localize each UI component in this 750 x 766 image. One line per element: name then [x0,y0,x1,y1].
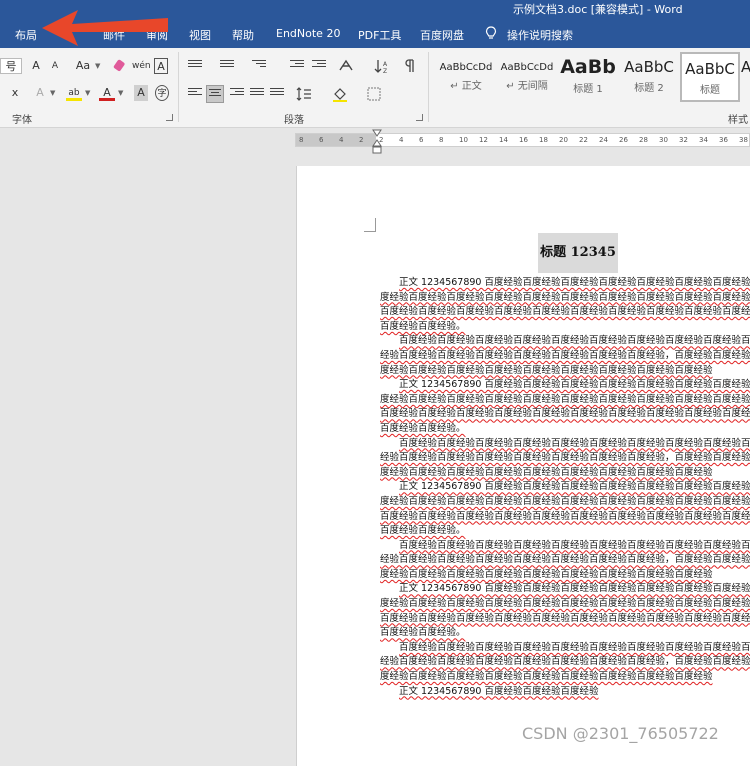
style-heading-1[interactable]: AaBb 标题 1 [558,52,618,102]
borders-icon[interactable] [366,86,382,102]
align-center-icon[interactable] [206,85,224,103]
ruler-tick-label: 30 [659,136,668,144]
ruler-tick-label: 2 [359,136,364,144]
tab-endnote[interactable]: EndNote 20 [276,27,340,40]
chevron-down-icon: ▼ [50,89,56,97]
ruler-tick-label: 28 [639,136,648,144]
group-divider [178,52,179,122]
window-title: 示例文档3.doc [兼容模式] - Word [513,3,683,16]
style-normal[interactable]: AaBbCcDd ↵ 正文 [436,52,496,102]
ruler-tick-label: 36 [719,136,728,144]
character-border-button[interactable]: A [154,58,168,74]
lightbulb-icon [485,26,497,39]
show-formatting-marks-icon[interactable] [403,58,417,74]
paragraph-group-label: 段落 [284,115,304,126]
ruler-tick-label: 6 [419,136,424,144]
tab-help[interactable]: 帮助 [232,27,254,43]
font-group-label: 字体 [12,115,32,126]
ribbon-home: 号 A A Aa ▼ wén A x A ▼ ab ▼ A ▼ A 字 字体 A… [0,48,750,128]
grow-font-button[interactable]: A [28,58,44,74]
paragraph[interactable]: 正文 1234567890 百度经验百度经验百度经验百度经验百度经验百度经验百度… [380,378,750,436]
text-effects-button[interactable]: A [33,85,47,101]
style-more[interactable]: A [741,52,750,102]
increase-indent-icon[interactable] [312,60,326,72]
line-spacing-icon[interactable] [296,86,312,102]
ruler-tick-label: 38 [739,136,748,144]
shrink-font-button[interactable]: A [48,58,62,74]
ruler-tick-label: 26 [619,136,628,144]
margin-corner-mark [364,218,376,232]
document-body[interactable]: 正文 1234567890 百度经验百度经验百度经验百度经验百度经验百度经验百度… [380,276,750,699]
ruler-tick-label: 14 [499,136,508,144]
paragraph-dialog-launcher-icon[interactable] [416,114,423,121]
justify-icon[interactable] [250,88,264,100]
styles-group-label: 样式 [728,115,748,126]
numbering-icon[interactable] [220,60,234,72]
ruler-tick-label: 16 [519,136,528,144]
paragraph[interactable]: 百度经验百度经验百度经验百度经验百度经验百度经验百度经验百度经验百度经验百度经验… [380,334,750,378]
ruler-tick-label: 4 [399,136,404,144]
paragraph[interactable]: 正文 1234567890 百度经验百度经验百度经验百度经验百度经验百度经验百度… [380,582,750,640]
ruler-tick-label: 8 [439,136,444,144]
svg-text:A: A [383,61,388,68]
ruler-tick-label: 6 [319,136,324,144]
tab-layout[interactable]: 布局 [15,27,37,43]
chevron-down-icon: ▼ [95,62,101,70]
ruler-margin-area [296,134,376,146]
svg-text:Z: Z [383,68,387,74]
document-heading[interactable]: 标题 12345 [538,233,618,273]
ruler-tick-label: 18 [539,136,548,144]
paragraph[interactable]: 正文 1234567890 百度经验百度经验百度经验百度经验百度经验百度经验百度… [380,276,750,334]
ruler-tick-label: 22 [579,136,588,144]
paragraph[interactable]: 正文 1234567890 百度经验百度经验百度经验百度经验百度经验百度经验百度… [380,480,750,538]
font-size-dropdown[interactable]: 号 [0,58,22,74]
tab-baidu-netdisk[interactable]: 百度网盘 [420,27,464,43]
ruler-tick-label: 10 [459,136,468,144]
paragraph[interactable]: 百度经验百度经验百度经验百度经验百度经验百度经验百度经验百度经验百度经验百度经验… [380,539,750,583]
style-heading-2[interactable]: AaBbC 标题 2 [619,52,679,102]
enclose-characters-button[interactable]: 字 [155,85,169,101]
csdn-watermark: CSDN @2301_76505722 [522,724,719,743]
align-left-icon[interactable] [188,88,202,100]
asian-layout-icon[interactable] [338,58,354,74]
paragraph[interactable]: 百度经验百度经验百度经验百度经验百度经验百度经验百度经验百度经验百度经验百度经验… [380,641,750,685]
shading-icon[interactable] [332,86,348,102]
change-case-button[interactable]: Aa [72,58,94,74]
multilevel-list-icon[interactable] [252,60,266,72]
bullets-icon[interactable] [188,60,202,72]
ruler-tick-label: 24 [599,136,608,144]
ruler-tick-label: 4 [339,136,344,144]
annotation-arrow-icon [42,10,168,46]
ruler-tick-label: 34 [699,136,708,144]
phonetic-guide-button[interactable]: wén [132,58,151,74]
distributed-icon[interactable] [270,88,284,100]
font-dialog-launcher-icon[interactable] [166,114,173,121]
indent-marker-icon[interactable] [372,128,382,156]
chevron-down-icon: ▼ [118,89,124,97]
tell-me-search[interactable]: 操作说明搜索 [507,27,573,43]
font-color-button[interactable]: A [99,85,115,101]
tab-view[interactable]: 视图 [189,27,211,43]
document-page[interactable]: 标题 12345 正文 1234567890 百度经验百度经验百度经验百度经验百… [296,166,750,766]
style-title[interactable]: AaBbC 标题 [680,52,740,102]
align-right-icon[interactable] [230,88,244,100]
character-shading-button[interactable]: A [134,85,148,101]
ruler-tick-label: 20 [559,136,568,144]
ruler-tick-label: 8 [299,136,304,144]
tab-pdf-tools[interactable]: PDF工具 [358,27,401,43]
ruler-tick-label: 12 [479,136,488,144]
highlight-button[interactable]: ab [66,85,82,101]
paragraph[interactable]: 正文 1234567890 百度经验百度经验百度经验 [380,685,750,700]
paragraph[interactable]: 百度经验百度经验百度经验百度经验百度经验百度经验百度经验百度经验百度经验百度经验… [380,437,750,481]
chevron-down-icon: ▼ [85,89,91,97]
style-no-spacing[interactable]: AaBbCcDd ↵ 无间隔 [497,52,557,102]
clear-formatting-icon[interactable] [112,58,128,74]
group-divider [428,52,429,122]
superscript-button[interactable]: x [8,85,22,101]
horizontal-ruler[interactable]: 8 6 4 2 2 4 6 8 10 12 14 16 18 20 22 24 26 28 30 32 34 36 38 [295,133,750,147]
sort-icon[interactable]: AZ [374,58,390,74]
decrease-indent-icon[interactable] [290,60,304,72]
ruler-tick-label: 32 [679,136,688,144]
